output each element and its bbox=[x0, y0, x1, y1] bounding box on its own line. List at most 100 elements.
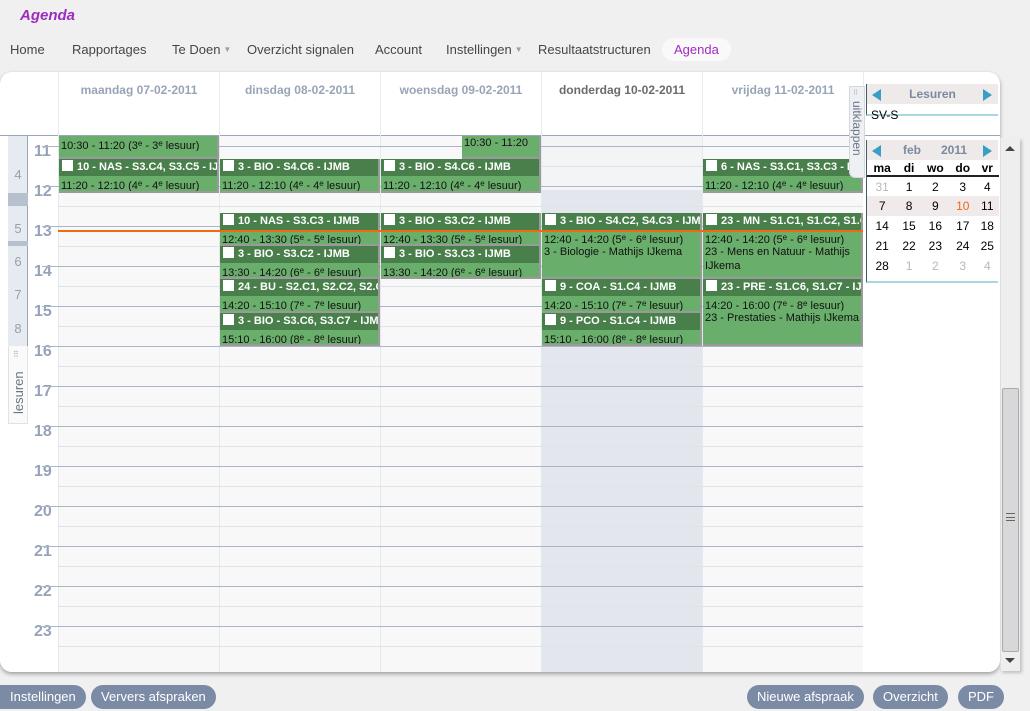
appointment-title: 10 - NAS - S3.C3 - IJMB bbox=[220, 212, 378, 230]
appointment[interactable]: 23 - PRE - S1.C6, S1.C7 - IJMB 14:20 - 16… bbox=[703, 279, 863, 346]
calendar-day[interactable]: 1 bbox=[897, 256, 920, 276]
nav-agenda[interactable]: Agenda bbox=[662, 38, 731, 61]
appointment[interactable]: 3 - BIO - S3.C3 - IJMB 13:30 - 14:20 (6e … bbox=[381, 246, 541, 280]
calendar-day[interactable]: 11 bbox=[975, 196, 999, 216]
calendar-day[interactable]: 23 bbox=[921, 236, 950, 256]
nav-rapportages[interactable]: Rapportages bbox=[72, 42, 146, 57]
calendar-day[interactable]: 31 bbox=[867, 176, 897, 196]
calendar-day[interactable]: 3 bbox=[950, 176, 976, 196]
lesuur-number: 7 bbox=[14, 287, 22, 303]
prev-month-icon[interactable] bbox=[872, 145, 881, 157]
nav-resultaatstructuren[interactable]: Resultaatstructuren bbox=[538, 42, 651, 57]
calendar-day[interactable]: 4 bbox=[976, 256, 999, 276]
calendar-day[interactable]: 28 bbox=[867, 256, 897, 276]
calendar-day[interactable]: 21 bbox=[867, 236, 897, 256]
appointment-checkbox[interactable] bbox=[223, 213, 234, 225]
appointment-checkbox[interactable] bbox=[706, 160, 717, 172]
appointment-title-text: 23 - PRE - S1.C6, S1.C7 - IJMB bbox=[721, 281, 861, 294]
appointment-checkbox[interactable] bbox=[545, 280, 556, 292]
calendar-day[interactable]: 22 bbox=[897, 236, 920, 256]
next-month-icon[interactable] bbox=[983, 145, 992, 157]
scroll-up-icon[interactable] bbox=[1005, 146, 1015, 151]
calendar-day[interactable]: 3 bbox=[950, 256, 976, 276]
calendar-day[interactable]: 14 bbox=[867, 216, 897, 236]
day-header-tuesday[interactable]: dinsdag 08-02-2011 bbox=[219, 72, 380, 136]
vertical-scrollbar[interactable] bbox=[1000, 138, 1020, 671]
appointment[interactable]: 24 - BU - S2.C1, S2.C2, S2.C3 14:20 - 15:… bbox=[220, 279, 380, 313]
instellingen-button[interactable]: Instellingen bbox=[0, 685, 86, 709]
appointment-checkbox[interactable] bbox=[384, 247, 395, 258]
half-hour-line bbox=[58, 646, 863, 647]
calendar-day[interactable]: 10 bbox=[949, 196, 976, 216]
scroll-down-icon[interactable] bbox=[1005, 658, 1015, 663]
appointment[interactable]: 3 - BIO - S4.C6 - IJMB 11:20 - 12:10 (4e … bbox=[220, 159, 380, 193]
lesuren-widget: Lesuren SV-S bbox=[866, 84, 998, 122]
calendar-day[interactable]: 2 bbox=[921, 176, 950, 196]
appointment[interactable]: 3 - BIO - S4.C2, S4.C3 - IJMB 12:40 - 14:… bbox=[542, 212, 702, 280]
weekday-header: di bbox=[897, 160, 921, 177]
appointment-checkbox[interactable] bbox=[384, 213, 395, 225]
grip-icon: ⠿ bbox=[853, 90, 859, 97]
calendar-year: 2011 bbox=[941, 143, 968, 157]
nav-account[interactable]: Account bbox=[375, 42, 422, 57]
nav-instellingen[interactable]: Instellingen ▼ bbox=[446, 42, 523, 57]
uitklappen-tab[interactable]: ⠿ uitklappen bbox=[849, 86, 865, 178]
appointment[interactable]: 9 - COA - S1.C4 - IJMB 14:20 - 15:10 (7e … bbox=[542, 279, 702, 313]
appointment-checkbox[interactable] bbox=[706, 213, 717, 225]
appointment[interactable]: 10:30 - 11:20 bbox=[462, 136, 541, 160]
calendar-day[interactable]: 4 bbox=[976, 176, 999, 196]
calendar-day[interactable]: 9 bbox=[920, 196, 950, 216]
hour-line bbox=[42, 586, 863, 587]
appointment[interactable]: 3 - BIO - S3.C2 - IJMB 13:30 - 14:20 (6e … bbox=[220, 246, 380, 280]
calendar-day[interactable]: 16 bbox=[921, 216, 950, 236]
calendar-day[interactable]: 18 bbox=[976, 216, 999, 236]
appointment[interactable]: 3 - BIO - S4.C6 - IJMB 11:20 - 12:10 (4e … bbox=[381, 159, 541, 193]
ververs-afspraken-button[interactable]: Ververs afspraken bbox=[91, 685, 216, 709]
calendar-day[interactable]: 24 bbox=[950, 236, 976, 256]
appointment-checkbox[interactable] bbox=[706, 280, 717, 292]
appointment-checkbox[interactable] bbox=[223, 160, 234, 172]
day-header-monday[interactable]: maandag 07-02-2011 bbox=[58, 72, 219, 136]
day-header-friday[interactable]: vrijdag 11-02-2011 bbox=[702, 72, 863, 136]
nav-overzicht-signalen[interactable]: Overzicht signalen bbox=[247, 42, 354, 57]
appointment[interactable]: 10:30 - 11:20 (3e - 3e lesuur) bbox=[59, 136, 219, 160]
nav-home[interactable]: Home bbox=[10, 42, 45, 57]
scroll-thumb[interactable] bbox=[1002, 388, 1019, 652]
calendar-day[interactable]: 1 bbox=[897, 176, 920, 196]
day-header-wednesday[interactable]: woensdag 09-02-2011 bbox=[380, 72, 541, 136]
appointment-time: 11:20 - 12:10 (4e - 4e lesuur) bbox=[61, 179, 200, 192]
calendar-day[interactable]: 17 bbox=[950, 216, 976, 236]
appointment-checkbox[interactable] bbox=[62, 160, 73, 172]
calendar-day[interactable]: 8 bbox=[897, 196, 921, 216]
calendar-day[interactable]: 7 bbox=[867, 196, 898, 216]
arrow-right-icon[interactable] bbox=[983, 89, 992, 101]
appointment[interactable]: 6 - NAS - S3.C1, S3.C3 - IJMB 11:20 - 12:… bbox=[703, 159, 863, 193]
lesuren-tab[interactable]: ⠿ lesuren bbox=[8, 346, 28, 424]
nav-account-label: Account bbox=[375, 42, 422, 57]
calendar-day[interactable]: 25 bbox=[976, 236, 999, 256]
calendar-day[interactable]: 2 bbox=[921, 256, 950, 276]
day-header-thursday[interactable]: donderdag 10-02-2011 bbox=[541, 72, 702, 136]
appointment-time: 13:30 - 14:20 (6e - 6e lesuur) bbox=[383, 266, 523, 278]
nav-te-doen[interactable]: Te Doen ▼ bbox=[172, 42, 231, 57]
appointment-title-text: 24 - BU - S2.C1, S2.C2, S2.C3 bbox=[238, 281, 378, 294]
pdf-button[interactable]: PDF bbox=[958, 685, 1004, 709]
appointment-checkbox[interactable] bbox=[223, 247, 234, 258]
nieuwe-afspraak-button[interactable]: Nieuwe afspraak bbox=[747, 685, 864, 709]
appointment[interactable]: 10 - NAS - S3.C4, S3.C5 - IJMB 11:20 - 12… bbox=[59, 159, 219, 193]
appointment-checkbox[interactable] bbox=[545, 213, 556, 225]
appointment-checkbox[interactable] bbox=[545, 313, 556, 325]
appointment[interactable]: 23 - MN - S1.C1, S1.C2, S1.C3 12:40 - 14:… bbox=[703, 212, 863, 280]
appointment-checkbox[interactable] bbox=[384, 160, 395, 172]
appointment-checkbox[interactable] bbox=[223, 313, 234, 325]
calendar-week: 14 15 16 17 18 bbox=[867, 216, 999, 236]
appointment-title-text: 3 - BIO - S4.C6 - IJMB bbox=[399, 161, 511, 174]
appointment[interactable]: 3 - BIO - S3.C6, S3.C7 - IJMB 15:10 - 16:… bbox=[220, 312, 380, 346]
appointment-checkbox[interactable] bbox=[223, 280, 234, 292]
appointment[interactable]: 9 - PCO - S1.C4 - IJMB 15:10 - 16:00 (8e … bbox=[542, 312, 702, 346]
overzicht-button[interactable]: Overzicht bbox=[873, 685, 948, 709]
arrow-left-icon[interactable] bbox=[872, 89, 881, 101]
calendar-day[interactable]: 15 bbox=[897, 216, 920, 236]
appointment-time: 11:20 - 12:10 (4e - 4e lesuur) bbox=[383, 179, 522, 192]
day-column-monday[interactable] bbox=[58, 136, 219, 672]
